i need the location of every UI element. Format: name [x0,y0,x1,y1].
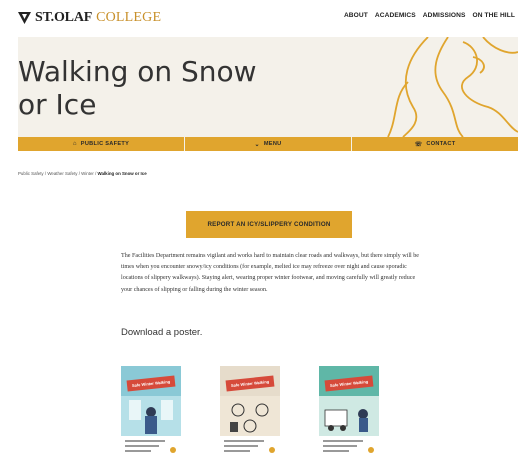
logo-text: ST.OLAF [35,10,93,25]
chevron-down-icon: ⌄ [254,141,260,148]
contact-button[interactable]: ☏ CONTACT [352,137,518,151]
breadcrumb: Public Safety / Weather Safety / Winter … [18,171,147,176]
public-safety-button[interactable]: ⌂ PUBLIC SAFETY [18,137,185,151]
poster-thumbnail-1[interactable]: Safe Winter Walking [121,366,181,458]
poster-thumbnail-2[interactable]: Safe Winter Walking [220,366,280,458]
breadcrumb-public-safety[interactable]: Public Safety [18,171,44,176]
breadcrumb-weather-safety[interactable]: Weather Safety [47,171,77,176]
top-bar: ST.OLAF COLLEGE ABOUT ACADEMICS ADMISSIO… [0,0,523,34]
breadcrumb-current: Walking on Snow or Ice [97,171,147,176]
logo-college-text: COLLEGE [96,10,162,25]
contour-lines-graphic [387,37,518,137]
college-logo[interactable]: ST.OLAF COLLEGE [18,10,161,26]
nav-admissions[interactable]: ADMISSIONS [423,12,466,19]
intro-paragraph: The Facilities Department remains vigila… [121,253,420,293]
nav-on-the-hill[interactable]: ON THE HILL [473,12,516,19]
contact-label: CONTACT [426,141,456,147]
menu-label: MENU [263,141,282,147]
public-safety-label: PUBLIC SAFETY [80,141,130,147]
poster-thumbnail-3[interactable]: Safe Winter Walking [319,366,379,458]
hero-banner: Walking on Snow or Ice [18,37,518,137]
menu-button[interactable]: ⌄ MENU [185,137,352,151]
report-icy-condition-button[interactable]: REPORT AN ICY/SLIPPERY CONDITION [186,211,352,238]
page-title-line1: Walking on Snow [18,55,257,88]
action-bar: ⌂ PUBLIC SAFETY ⌄ MENU ☏ CONTACT [18,137,518,151]
home-icon: ⌂ [72,141,77,147]
breadcrumb-winter[interactable]: Winter [81,171,94,176]
phone-icon: ☏ [414,141,423,148]
page-title-line2: or Ice [18,88,97,121]
page-title: Walking on Snow or Ice [18,55,318,121]
nav-academics[interactable]: ACADEMICS [375,12,416,19]
nav-about[interactable]: ABOUT [344,12,368,19]
top-navigation: ABOUT ACADEMICS ADMISSIONS ON THE HILL [344,12,515,19]
download-heading: Download a poster. [121,327,203,338]
logo-shield-icon [18,12,31,24]
